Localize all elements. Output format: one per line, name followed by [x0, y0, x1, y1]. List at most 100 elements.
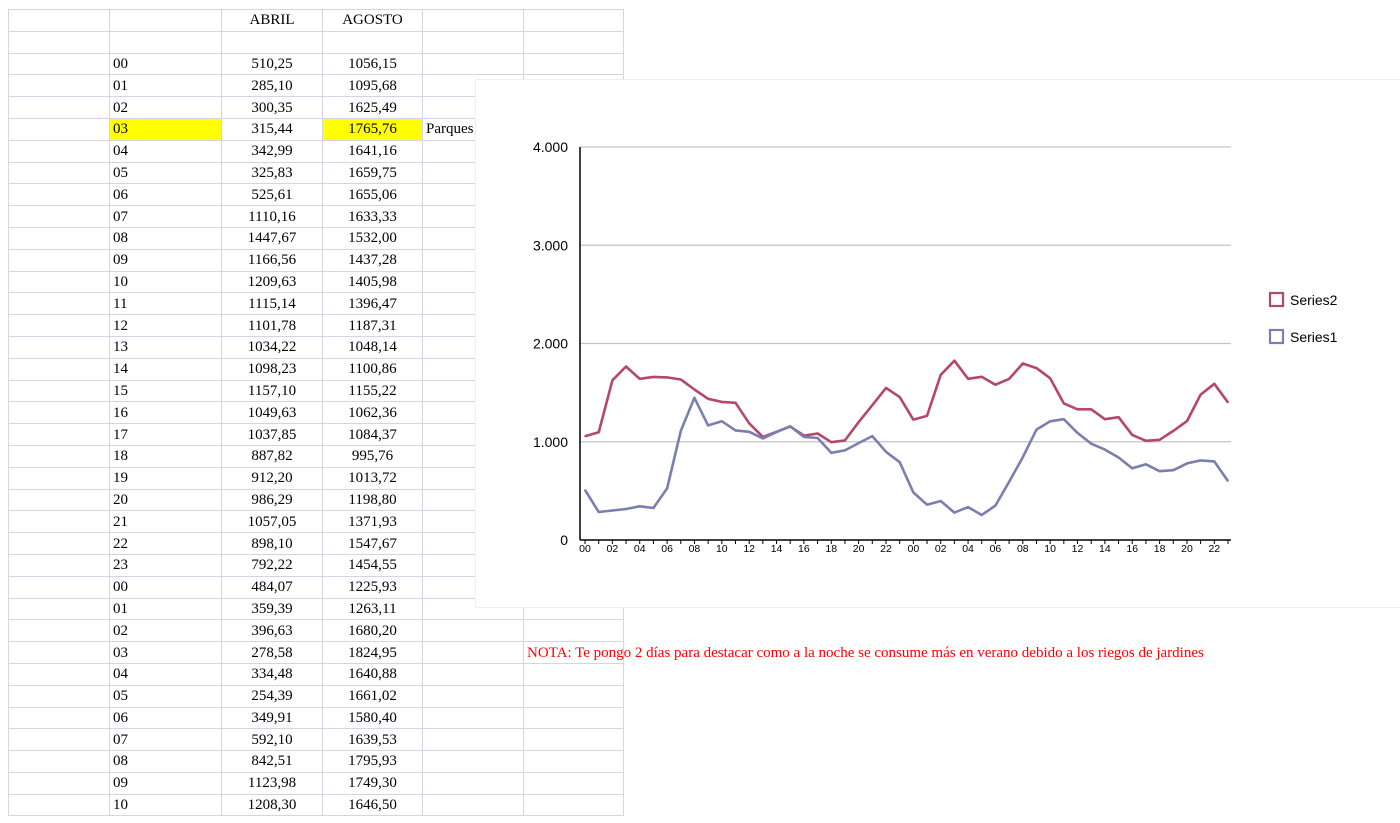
abril-cell[interactable]: 1123,98	[221, 771, 323, 795]
empty-cell[interactable]	[8, 139, 110, 163]
abril-cell[interactable]: 254,39	[221, 684, 323, 708]
empty-cell[interactable]	[8, 553, 110, 577]
agosto-cell[interactable]: 1056,15	[322, 52, 423, 76]
empty-cell[interactable]	[8, 401, 110, 425]
abril-cell[interactable]: 1208,30	[221, 793, 323, 817]
agosto-cell[interactable]: 1454,55	[322, 553, 423, 577]
empty-cell[interactable]	[322, 30, 423, 54]
empty-cell[interactable]	[8, 314, 110, 337]
header-cell[interactable]	[523, 9, 624, 32]
empty-cell[interactable]	[8, 117, 110, 141]
hour-cell[interactable]: 19	[109, 466, 222, 490]
empty-cell[interactable]	[523, 728, 624, 752]
empty-cell[interactable]	[8, 292, 110, 316]
agosto-cell[interactable]: 1198,80	[322, 488, 423, 512]
empty-cell[interactable]	[8, 248, 110, 272]
note-cell[interactable]	[422, 662, 524, 686]
header-cell[interactable]	[109, 9, 222, 32]
agosto-cell[interactable]: 1633,33	[322, 205, 423, 228]
empty-cell[interactable]	[8, 30, 110, 54]
abril-cell[interactable]: 484,07	[221, 575, 323, 599]
hour-cell[interactable]: 18	[109, 444, 222, 468]
agosto-cell[interactable]: 1155,22	[322, 379, 423, 403]
empty-cell[interactable]	[8, 510, 110, 534]
empty-cell[interactable]	[523, 771, 624, 795]
agosto-cell[interactable]: 1100,86	[322, 357, 423, 381]
abril-cell[interactable]: 887,82	[221, 444, 323, 468]
empty-cell[interactable]	[8, 706, 110, 730]
empty-cell[interactable]	[8, 641, 110, 664]
agosto-cell[interactable]: 1084,37	[322, 423, 423, 446]
agosto-cell[interactable]: 1263,11	[322, 597, 423, 621]
agosto-cell[interactable]: 1547,67	[322, 532, 423, 555]
empty-cell[interactable]	[8, 575, 110, 599]
empty-cell[interactable]	[8, 205, 110, 228]
header-cell[interactable]	[422, 9, 524, 32]
agosto-cell[interactable]: 1225,93	[322, 575, 423, 599]
empty-cell[interactable]	[523, 619, 624, 643]
hour-cell[interactable]: 02	[109, 96, 222, 119]
abril-cell[interactable]: 510,25	[221, 52, 323, 76]
empty-cell[interactable]	[8, 793, 110, 817]
abril-cell[interactable]: 315,44	[221, 117, 323, 141]
hour-cell[interactable]: 01	[109, 74, 222, 98]
empty-cell[interactable]	[8, 444, 110, 468]
hour-cell[interactable]: 04	[109, 139, 222, 163]
empty-cell[interactable]	[8, 357, 110, 381]
note-cell[interactable]	[422, 706, 524, 730]
hour-cell[interactable]: 15	[109, 379, 222, 403]
abril-cell[interactable]: 1166,56	[221, 248, 323, 272]
agosto-cell[interactable]: 1396,47	[322, 292, 423, 316]
agosto-cell[interactable]: 1795,93	[322, 750, 423, 773]
hour-cell[interactable]: 13	[109, 335, 222, 359]
abril-cell[interactable]: 285,10	[221, 74, 323, 98]
abril-cell[interactable]: 1037,85	[221, 423, 323, 446]
empty-cell[interactable]	[221, 30, 323, 54]
agosto-cell[interactable]: 1405,98	[322, 270, 423, 294]
empty-cell[interactable]	[8, 96, 110, 119]
hour-cell[interactable]: 02	[109, 619, 222, 643]
hour-cell[interactable]: 17	[109, 423, 222, 446]
hour-cell[interactable]: 04	[109, 662, 222, 686]
abril-cell[interactable]: 349,91	[221, 706, 323, 730]
empty-cell[interactable]	[523, 684, 624, 708]
hour-cell[interactable]: 09	[109, 771, 222, 795]
empty-cell[interactable]	[8, 74, 110, 98]
abril-cell[interactable]: 592,10	[221, 728, 323, 752]
hour-cell[interactable]: 20	[109, 488, 222, 512]
abril-cell[interactable]: 396,63	[221, 619, 323, 643]
hour-cell[interactable]: 06	[109, 183, 222, 207]
agosto-cell[interactable]: 1437,28	[322, 248, 423, 272]
empty-cell[interactable]	[8, 52, 110, 76]
empty-cell[interactable]	[523, 662, 624, 686]
hour-cell[interactable]: 03	[109, 641, 222, 664]
hour-cell[interactable]: 00	[109, 52, 222, 76]
agosto-cell[interactable]: 1095,68	[322, 74, 423, 98]
note-cell[interactable]	[422, 750, 524, 773]
abril-cell[interactable]: 792,22	[221, 553, 323, 577]
agosto-cell[interactable]: 1765,76	[322, 117, 423, 141]
hour-cell[interactable]: 08	[109, 750, 222, 773]
abril-cell[interactable]: 342,99	[221, 139, 323, 163]
empty-cell[interactable]	[8, 684, 110, 708]
agosto-cell[interactable]: 1661,02	[322, 684, 423, 708]
hour-cell[interactable]: 08	[109, 226, 222, 250]
empty-cell[interactable]	[8, 226, 110, 250]
empty-cell[interactable]	[523, 750, 624, 773]
abril-cell[interactable]: 898,10	[221, 532, 323, 555]
abril-cell[interactable]: 278,58	[221, 641, 323, 664]
note-cell[interactable]	[422, 684, 524, 708]
abril-cell[interactable]: 1110,16	[221, 205, 323, 228]
note-cell[interactable]	[422, 771, 524, 795]
empty-cell[interactable]	[523, 30, 624, 54]
header-cell[interactable]: ABRIL	[221, 9, 323, 32]
note-cell[interactable]	[422, 619, 524, 643]
empty-cell[interactable]	[8, 771, 110, 795]
abril-cell[interactable]: 525,61	[221, 183, 323, 207]
agosto-cell[interactable]: 1187,31	[322, 314, 423, 337]
hour-cell[interactable]: 22	[109, 532, 222, 555]
agosto-cell[interactable]: 1655,06	[322, 183, 423, 207]
abril-cell[interactable]: 359,39	[221, 597, 323, 621]
agosto-cell[interactable]: 995,76	[322, 444, 423, 468]
agosto-cell[interactable]: 1013,72	[322, 466, 423, 490]
